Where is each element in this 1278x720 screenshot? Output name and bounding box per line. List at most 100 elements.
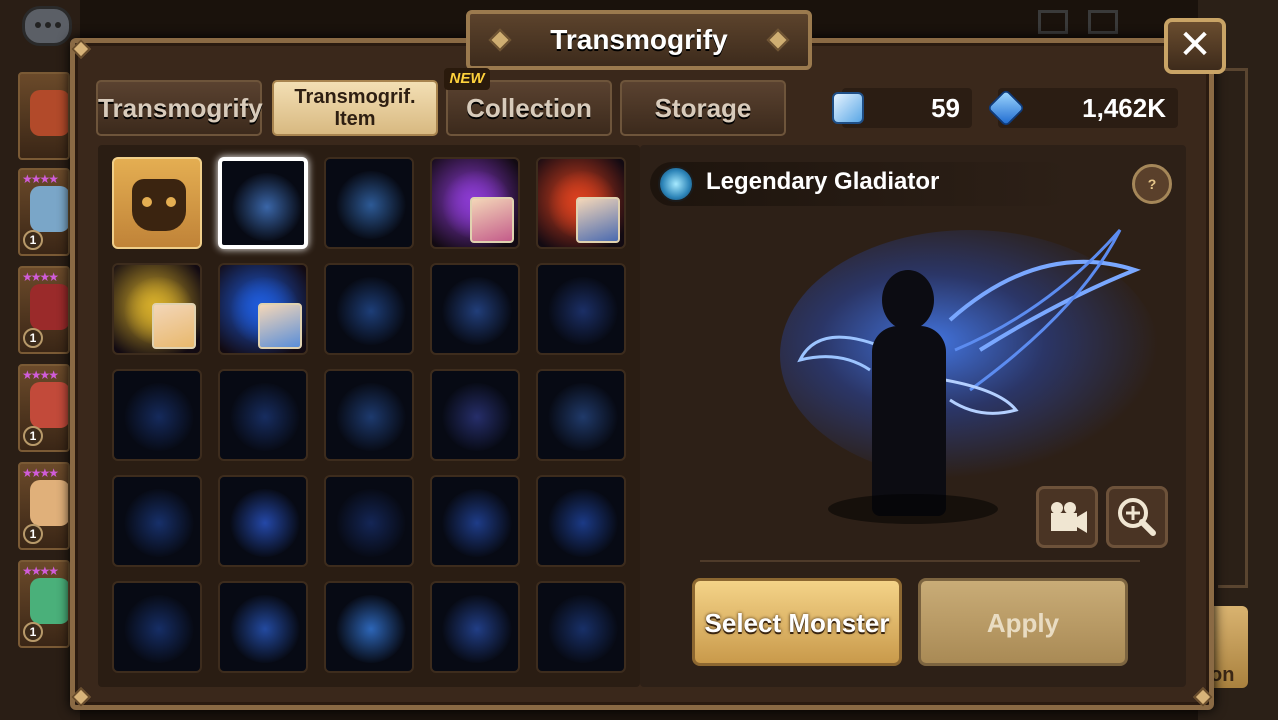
star-rating: ★★★★ (22, 270, 59, 284)
tab-storage[interactable]: Storage (620, 80, 786, 136)
close-icon: ✕ (1178, 23, 1212, 67)
star-rating: ★★★★ (22, 368, 59, 382)
video-camera-icon (1051, 502, 1087, 533)
side-monster-slot[interactable]: ★★★★ 1 (18, 462, 70, 550)
background-right-button: on (1208, 606, 1248, 688)
monster-thumbnail (470, 197, 514, 243)
swirl-grade-icon (658, 166, 694, 202)
effect-glow (548, 277, 618, 345)
monster-portrait (30, 480, 68, 526)
monster-portrait (30, 382, 68, 428)
grid-icon (1088, 10, 1118, 34)
new-badge: NEW (444, 68, 490, 90)
item-cell[interactable] (112, 369, 202, 461)
monster-silhouette-head (882, 270, 934, 330)
item-cell[interactable] (324, 369, 414, 461)
window-title: Transmogrify (550, 24, 728, 55)
monster-silhouette (872, 326, 946, 516)
star-rating: ★★★★ (22, 466, 59, 480)
apply-button[interactable]: Apply (918, 578, 1128, 666)
item-cell[interactable] (324, 263, 414, 355)
effect-glow (336, 383, 406, 451)
crystal-count: 1,462K (998, 88, 1178, 128)
background-top-icons (1038, 10, 1138, 39)
effect-glow (548, 383, 618, 451)
monster-portrait (30, 578, 68, 624)
effect-glow (336, 489, 406, 557)
item-cell[interactable] (324, 475, 414, 567)
item-cell[interactable] (324, 157, 414, 249)
effect-glow (124, 383, 194, 451)
item-cell[interactable] (112, 475, 202, 567)
title-plate: Transmogrify (466, 10, 812, 70)
gift-help-icon[interactable]: ? (1132, 164, 1172, 204)
zoom-button[interactable] (1106, 486, 1168, 548)
item-cell[interactable] (430, 263, 520, 355)
chat-icon[interactable] (22, 6, 72, 46)
effect-glow (232, 173, 302, 241)
item-cell[interactable] (218, 475, 308, 567)
monster-portrait (30, 90, 68, 136)
side-monster-slot[interactable]: ★★★★ 1 (18, 364, 70, 452)
monster-portrait (30, 284, 68, 330)
item-cell[interactable] (218, 369, 308, 461)
item-cell[interactable] (430, 157, 520, 249)
tab-transmogrif-item[interactable]: Transmogrif. Item (272, 80, 438, 136)
item-cell[interactable] (218, 157, 308, 249)
effect-glow (548, 489, 618, 557)
default-appearance-icon (132, 179, 186, 231)
effect-glow (336, 171, 406, 239)
item-cell[interactable] (536, 263, 626, 355)
item-cell[interactable] (430, 581, 520, 673)
zoom-in-icon (1118, 498, 1156, 536)
side-monster-slot[interactable]: ★★★★ 1 (18, 266, 70, 354)
item-cell[interactable] (112, 263, 202, 355)
level-badge: 1 (23, 426, 43, 446)
tab-transmogrify[interactable]: Transmogrify (96, 80, 263, 136)
layout-icon (1038, 10, 1068, 34)
effect-glow (336, 277, 406, 345)
star-rating: ★★★★ (22, 564, 59, 578)
effect-glow (336, 595, 406, 663)
item-cell[interactable] (430, 475, 520, 567)
divider (700, 560, 1140, 562)
monster-thumbnail (576, 197, 620, 243)
effect-glow (124, 489, 194, 557)
effect-glow (230, 595, 300, 663)
item-cell[interactable] (536, 581, 626, 673)
item-cell[interactable] (324, 581, 414, 673)
item-name: Legendary Gladiator (706, 168, 940, 195)
side-monster-slot[interactable] (18, 72, 70, 160)
effect-glow (230, 383, 300, 451)
monster-thumbnail (152, 303, 196, 349)
item-cell[interactable] (536, 157, 626, 249)
item-cell[interactable] (218, 263, 308, 355)
select-monster-button[interactable]: Select Monster (692, 578, 902, 666)
monster-thumbnail (258, 303, 302, 349)
effect-glow (124, 595, 194, 663)
close-button[interactable]: ✕ (1164, 18, 1226, 74)
effect-glow (442, 595, 512, 663)
ground-shadow (828, 494, 998, 524)
level-badge: 1 (23, 524, 43, 544)
wings-icon (797, 229, 1141, 415)
level-badge: 1 (23, 328, 43, 348)
transmogrify-stone-icon (832, 92, 864, 124)
effect-glow (442, 383, 512, 451)
effect-glow (230, 489, 300, 557)
item-cell[interactable] (218, 581, 308, 673)
item-cell[interactable] (112, 581, 202, 673)
star-rating: ★★★★ (22, 172, 59, 186)
effect-glow (442, 277, 512, 345)
item-cell[interactable] (430, 369, 520, 461)
video-button[interactable] (1036, 486, 1098, 548)
level-badge: 1 (23, 622, 43, 642)
monster-portrait (30, 186, 68, 232)
item-cell[interactable] (536, 475, 626, 567)
side-monster-slot[interactable]: ★★★★ 1 (18, 560, 70, 648)
level-badge: 1 (23, 230, 43, 250)
item-cell[interactable] (536, 369, 626, 461)
item-cell[interactable] (112, 157, 202, 249)
effect-glow (442, 489, 512, 557)
side-monster-slot[interactable]: ★★★★ 1 (18, 168, 70, 256)
